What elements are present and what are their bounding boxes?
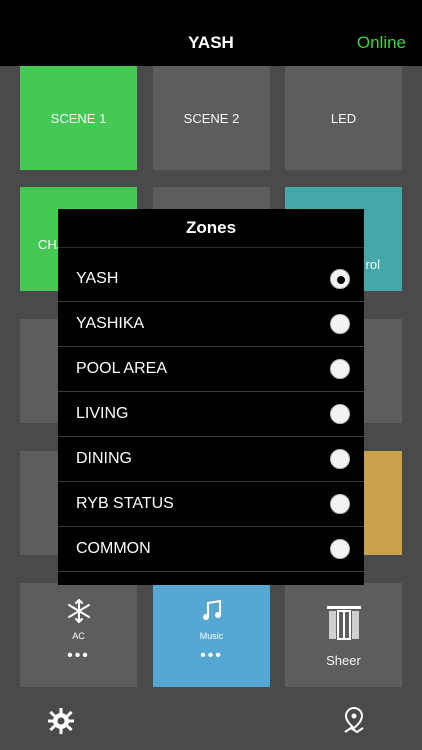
top-bar: YASH Online bbox=[0, 0, 422, 66]
zone-option-yashika[interactable]: YASHIKA bbox=[58, 302, 364, 347]
gear-icon[interactable] bbox=[46, 706, 76, 736]
music-more-icon[interactable]: ••• bbox=[200, 647, 223, 665]
zone-option-yash[interactable]: YASH bbox=[58, 257, 364, 302]
music-tile[interactable]: Music ••• bbox=[153, 583, 270, 687]
led-tile[interactable]: LED bbox=[285, 66, 402, 170]
bottom-toolbar bbox=[0, 696, 422, 750]
zones-list: YASH YASHIKA POOL AREA LIVING DINING RYB… bbox=[58, 257, 364, 572]
radio-unselected-icon[interactable] bbox=[330, 359, 350, 379]
zones-modal-title: Zones bbox=[58, 209, 364, 248]
ac-more-icon[interactable]: ••• bbox=[67, 647, 90, 665]
led-label: LED bbox=[330, 110, 357, 126]
zone-option-pool-area[interactable]: POOL AREA bbox=[58, 347, 364, 392]
scene-1-label: SCENE 1 bbox=[50, 110, 107, 126]
ac-tile[interactable]: AC ••• bbox=[20, 583, 137, 687]
scene-2-tile[interactable]: SCENE 2 bbox=[153, 66, 270, 170]
scene-1-tile[interactable]: SCENE 1 bbox=[20, 66, 137, 170]
radio-unselected-icon[interactable] bbox=[330, 494, 350, 514]
zone-option-label: YASHIKA bbox=[76, 315, 145, 332]
radio-unselected-icon[interactable] bbox=[330, 314, 350, 334]
sheer-tile[interactable]: Sheer bbox=[285, 583, 402, 687]
radio-unselected-icon[interactable] bbox=[330, 449, 350, 469]
radio-unselected-icon[interactable] bbox=[330, 539, 350, 559]
zone-option-label: YASH bbox=[76, 270, 119, 287]
zone-option-label: DINING bbox=[76, 450, 132, 467]
sheer-label: Sheer bbox=[326, 653, 361, 668]
zone-option-label: LIVING bbox=[76, 405, 129, 422]
zone-option-label: RYB STATUS bbox=[76, 495, 174, 512]
zone-option-ryb-status[interactable]: RYB STATUS bbox=[58, 482, 364, 527]
ac-label: AC bbox=[72, 631, 85, 641]
zone-option-living[interactable]: LIVING bbox=[58, 392, 364, 437]
scene-2-label: SCENE 2 bbox=[183, 110, 240, 126]
radio-selected-icon[interactable] bbox=[330, 269, 350, 289]
zone-option-label: COMMON bbox=[76, 540, 151, 557]
window-curtain-icon bbox=[323, 602, 365, 649]
row2-right-label: rol bbox=[365, 257, 380, 272]
map-pin-icon[interactable] bbox=[339, 706, 369, 736]
zone-option-dining[interactable]: DINING bbox=[58, 437, 364, 482]
zone-option-label: POOL AREA bbox=[76, 360, 167, 377]
zones-modal: Zones YASH YASHIKA POOL AREA LIVING DINI… bbox=[58, 209, 364, 585]
music-label: Music bbox=[199, 631, 224, 641]
snowflake-icon bbox=[65, 597, 93, 625]
music-note-icon bbox=[198, 597, 226, 625]
radio-unselected-icon[interactable] bbox=[330, 404, 350, 424]
connection-status: Online bbox=[356, 33, 406, 52]
zone-option-common[interactable]: COMMON bbox=[58, 527, 364, 572]
